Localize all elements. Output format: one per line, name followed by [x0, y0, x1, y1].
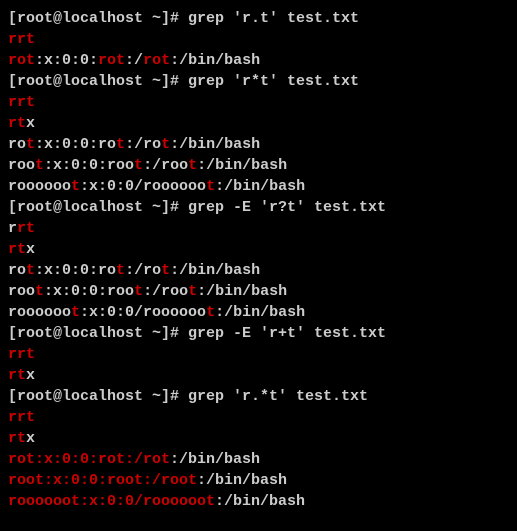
terminal-line: rrt [8, 218, 509, 239]
terminal-line: [root@localhost ~]# grep 'r.*t' test.txt [8, 386, 509, 407]
text-fragment: [root@localhost ~]# grep -E 'r?t' test.t… [8, 199, 386, 216]
text-fragment: :/bin/bash [215, 178, 305, 195]
match-fragment: t [134, 157, 143, 174]
text-fragment: [root@localhost ~]# grep 'r*t' test.txt [8, 73, 359, 90]
terminal-line: roooooot:x:0:0/roooooot:/bin/bash [8, 491, 509, 512]
terminal-line: rot:x:0:0:rot:/rot:/bin/bash [8, 50, 509, 71]
text-fragment: r [8, 220, 17, 237]
terminal-line: root:x:0:0:root:/root:/bin/bash [8, 155, 509, 176]
terminal-line: rot:x:0:0:rot:/rot:/bin/bash [8, 449, 509, 470]
match-fragment: rrt [8, 346, 35, 363]
terminal-line: rtx [8, 428, 509, 449]
match-fragment: t [35, 157, 44, 174]
match-fragment: rot:x:0:0:rot:/rot [8, 451, 170, 468]
match-fragment: root:x:0:0:root:/root [8, 472, 197, 489]
match-fragment: rt [17, 220, 35, 237]
terminal-line: rot:x:0:0:rot:/rot:/bin/bash [8, 260, 509, 281]
match-fragment: rt [8, 115, 26, 132]
terminal-line: root:x:0:0:root:/root:/bin/bash [8, 470, 509, 491]
text-fragment: x [26, 241, 35, 258]
match-fragment: t [116, 136, 125, 153]
match-fragment: t [71, 178, 80, 195]
match-fragment: rt [8, 241, 26, 258]
text-fragment: :x:0:0:roo [44, 283, 134, 300]
text-fragment: :/ [125, 52, 143, 69]
text-fragment: [root@localhost ~]# grep 'r.t' test.txt [8, 10, 359, 27]
match-fragment: rot [98, 52, 125, 69]
text-fragment: :/roo [143, 283, 188, 300]
text-fragment: x [26, 367, 35, 384]
text-fragment: roooooo [8, 304, 71, 321]
terminal-line: rrt [8, 407, 509, 428]
match-fragment: t [161, 136, 170, 153]
text-fragment: roo [8, 157, 35, 174]
text-fragment: :/bin/bash [170, 52, 260, 69]
text-fragment: :x:0:0/roooooo [80, 178, 206, 195]
match-fragment: rrt [8, 31, 35, 48]
text-fragment: :x:0:0: [35, 52, 98, 69]
text-fragment: :/ro [125, 262, 161, 279]
terminal-line: rtx [8, 113, 509, 134]
text-fragment: :/bin/bash [170, 262, 260, 279]
match-fragment: rrt [8, 94, 35, 111]
text-fragment: :x:0:0:ro [35, 262, 116, 279]
match-fragment: t [134, 283, 143, 300]
match-fragment: t [188, 283, 197, 300]
terminal-line: rrt [8, 92, 509, 113]
match-fragment: rt [8, 367, 26, 384]
text-fragment: :/bin/bash [215, 493, 305, 510]
text-fragment: :/bin/bash [197, 472, 287, 489]
text-fragment: :x:0:0:roo [44, 157, 134, 174]
match-fragment: t [26, 262, 35, 279]
match-fragment: t [26, 136, 35, 153]
text-fragment: :/bin/bash [197, 157, 287, 174]
terminal-line: rtx [8, 239, 509, 260]
terminal-line: roooooot:x:0:0/roooooot:/bin/bash [8, 176, 509, 197]
text-fragment: [root@localhost ~]# grep 'r.*t' test.txt [8, 388, 368, 405]
terminal-line: [root@localhost ~]# grep -E 'r?t' test.t… [8, 197, 509, 218]
text-fragment: :/bin/bash [215, 304, 305, 321]
match-fragment: t [35, 283, 44, 300]
match-fragment: t [188, 157, 197, 174]
text-fragment: roooooo [8, 178, 71, 195]
text-fragment: [root@localhost ~]# grep -E 'r+t' test.t… [8, 325, 386, 342]
match-fragment: t [206, 178, 215, 195]
terminal-output: [root@localhost ~]# grep 'r.t' test.txt r… [8, 8, 509, 512]
text-fragment: x [26, 430, 35, 447]
match-fragment: rrt [8, 409, 35, 426]
match-fragment: t [71, 304, 80, 321]
terminal-line: [root@localhost ~]# grep 'r*t' test.txt [8, 71, 509, 92]
text-fragment: :/bin/bash [170, 136, 260, 153]
terminal-line: [root@localhost ~]# grep -E 'r+t' test.t… [8, 323, 509, 344]
text-fragment: :/bin/bash [197, 283, 287, 300]
text-fragment: :/roo [143, 157, 188, 174]
terminal-line: roooooot:x:0:0/roooooot:/bin/bash [8, 302, 509, 323]
text-fragment: ro [8, 136, 26, 153]
text-fragment: :x:0:0/roooooo [80, 304, 206, 321]
match-fragment: rot [8, 52, 35, 69]
terminal-line: rtx [8, 365, 509, 386]
terminal-line: rrt [8, 29, 509, 50]
terminal-line: rrt [8, 344, 509, 365]
text-fragment: x [26, 115, 35, 132]
match-fragment: roooooot:x:0:0/roooooot [8, 493, 215, 510]
terminal-line: [root@localhost ~]# grep 'r.t' test.txt [8, 8, 509, 29]
text-fragment: :x:0:0:ro [35, 136, 116, 153]
text-fragment: roo [8, 283, 35, 300]
terminal-line: root:x:0:0:root:/root:/bin/bash [8, 281, 509, 302]
text-fragment: :/bin/bash [170, 451, 260, 468]
text-fragment: ro [8, 262, 26, 279]
match-fragment: t [116, 262, 125, 279]
match-fragment: rt [8, 430, 26, 447]
match-fragment: t [206, 304, 215, 321]
terminal-line: rot:x:0:0:rot:/rot:/bin/bash [8, 134, 509, 155]
text-fragment: :/ro [125, 136, 161, 153]
match-fragment: rot [143, 52, 170, 69]
match-fragment: t [161, 262, 170, 279]
